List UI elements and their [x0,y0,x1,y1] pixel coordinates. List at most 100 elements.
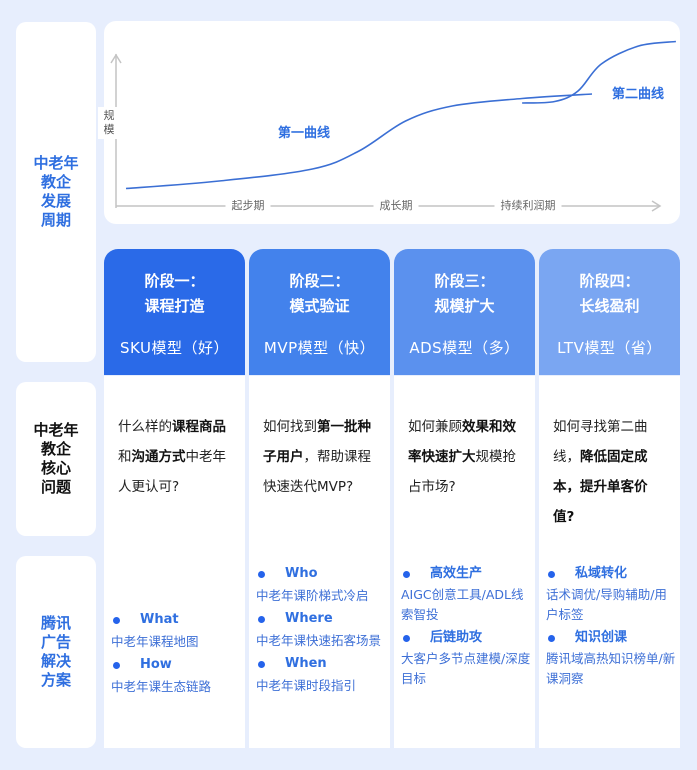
solution-description: 中老年课时段指引 [256,678,357,693]
solution-description: 腾讯域高热知识榜单/新课洞察 [546,651,676,686]
solution-title: What [111,609,241,631]
solution-title-text: How [140,657,172,672]
solution-title: 后链助攻 [401,627,531,649]
stage-solutions: What 中老年课程地图 How 中老年课生态链路 [104,536,245,748]
solution-title-text: 知识创课 [575,630,628,645]
stage-title: 模式验证 [289,297,350,315]
solution-item: 私域转化话术调优/导购辅助/用户标签 [546,563,676,625]
solution-item: Who 中老年课阶梯式冷启 [256,563,386,607]
stage-number: 阶段二： [289,272,350,290]
stage-number: 阶段一： [144,272,205,290]
bullet-dot-icon [258,570,265,578]
phase-label-startup: 起步期 [225,197,271,213]
stage-header: 阶段三： 规模扩大 ADS模型（多） [394,249,535,375]
solution-title: 私域转化 [546,563,676,585]
solution-title: When [256,653,386,675]
stage-header: 阶段二： 模式验证 MVP模型（快） [249,249,390,375]
row-label-line: 核心 [40,459,71,477]
growth-curve-chart: 规模 起步期 成长期 持续利润期 第一曲线 第二曲线 [98,21,680,224]
row-label-line: 腾讯 [40,614,71,632]
solution-description: 中老年课程地图 [111,634,199,649]
solution-title: 高效生产 [401,563,531,585]
stage-header: 阶段四： 长线盈利 LTV模型（省） [539,249,680,375]
bullet-dot-icon [258,615,265,623]
solution-title-text: 后链助攻 [430,630,483,645]
solution-title-text: Where [285,611,333,626]
solution-title-text: 高效生产 [430,566,483,581]
stage-solutions: 高效生产 AIGC创意工具/ADL线索智投后链助攻大客户多节点建模/深度目标 [394,536,535,748]
bullet-dot-icon [403,634,410,642]
phase-label-growth: 成长期 [373,197,419,213]
stage-column: 阶段三： 规模扩大 ADS模型（多） 如何兼顾效果和效率快速扩大规模抢占市场? 高效生产… [394,249,535,748]
stage-header: 阶段一： 课程打造 SKU模型（好） [104,249,245,375]
solution-description: 话术调优/导购辅助/用户标签 [546,587,667,622]
stage-model: LTV模型（省） [557,339,662,357]
solution-title: 知识创课 [546,627,676,649]
solution-title-text: What [140,612,179,627]
first-curve-line [125,93,593,190]
y-axis-label-text: 规模 [103,109,115,136]
bullet-dot-icon [113,661,120,669]
row-label-line: 问题 [40,478,71,496]
row-label-line: 教企 [40,440,71,458]
stage-column: 阶段一： 课程打造 SKU模型（好） 什么样的课程商品和沟通方式中老年人更认可? Wha… [104,249,245,748]
stage-solutions: 私域转化话术调优/导购辅助/用户标签知识创课腾讯域高热知识榜单/新课洞察 [539,536,680,748]
solution-item: 知识创课腾讯域高热知识榜单/新课洞察 [546,627,676,689]
first-curve-label: 第一曲线 [278,126,331,141]
row-label-line: 周期 [40,211,71,229]
solution-description: AIGC创意工具/ADL线索智投 [401,587,524,622]
question-emphasis: 沟通方式 [131,449,186,465]
solution-description: 大客户多节点建模/深度目标 [401,651,531,686]
y-axis-label: 规模 [98,107,120,139]
row-label-solutions: 腾讯 广告 解决 方案 [16,556,96,748]
row-label-line: 中老年 [33,421,79,439]
bullet-dot-icon [548,634,555,642]
solution-item: What 中老年课程地图 [111,609,241,653]
stage-model: ADS模型（多） [409,339,520,357]
question-text: 和 [118,449,132,465]
stage-core-question: 如何寻找第二曲线，降低固定成本，提升单客价值? [539,376,680,536]
stage-title: 规模扩大 [434,297,495,315]
stage-model: MVP模型（快） [263,339,376,357]
stage-core-question: 如何兼顾效果和效率快速扩大规模抢占市场? [394,376,535,536]
question-text: 如何兼顾 [408,419,462,435]
question-emphasis: 课程商品 [172,419,226,435]
bullet-dot-icon [113,616,120,624]
solution-item: When 中老年课时段指引 [256,653,386,697]
solution-title-text: When [285,656,327,671]
stage-column: 阶段二： 模式验证 MVP模型（快） 如何找到第一批种子用户，帮助课程快速迭代MVP?… [249,249,390,748]
solution-description: 中老年课生态链路 [111,679,212,694]
row-label-line: 方案 [40,671,71,689]
stage-core-question: 什么样的课程商品和沟通方式中老年人更认可? [104,376,245,536]
row-label-core-issues: 中老年 教企 核心 问题 [16,382,96,536]
solution-title: How [111,654,241,676]
bullet-dot-icon [403,570,410,578]
solution-title: Where [256,608,386,630]
row-label-line: 广告 [40,633,71,651]
solution-description: 中老年课阶梯式冷启 [256,588,369,603]
solution-item: 后链助攻大客户多节点建模/深度目标 [401,627,531,689]
row-label-development-cycle: 中老年 教企 发展 周期 [16,22,96,362]
solution-item: 高效生产 AIGC创意工具/ADL线索智投 [401,563,531,625]
row-label-line: 教企 [40,173,71,191]
stage-number: 阶段三： [434,272,495,290]
stage-solutions: Who 中老年课阶梯式冷启 Where 中老年课快速拓客场景 When 中老年课时段指引 [249,536,390,748]
stage-number: 阶段四： [579,272,640,290]
row-label-line: 解决 [40,652,71,670]
phase-label-profit: 持续利润期 [494,197,562,213]
solution-title-text: 私域转化 [575,566,628,581]
stage-title: 长线盈利 [579,297,640,315]
question-text: 什么样的 [118,419,172,435]
question-text: 如何找到 [263,419,317,435]
stage-core-question: 如何找到第一批种子用户，帮助课程快速迭代MVP? [249,376,390,536]
solution-title: Who [256,563,386,585]
solution-description: 中老年课快速拓客场景 [256,633,382,648]
solution-item: How 中老年课生态链路 [111,654,241,698]
row-label-line: 发展 [40,192,71,210]
row-label-line: 中老年 [33,154,79,172]
bullet-dot-icon [258,660,265,668]
stage-column: 阶段四： 长线盈利 LTV模型（省） 如何寻找第二曲线，降低固定成本，提升单客价值? 私… [539,249,680,748]
stage-model: SKU模型（好） [120,339,229,357]
stage-title: 课程打造 [144,297,205,315]
solution-title-text: Who [285,566,318,581]
